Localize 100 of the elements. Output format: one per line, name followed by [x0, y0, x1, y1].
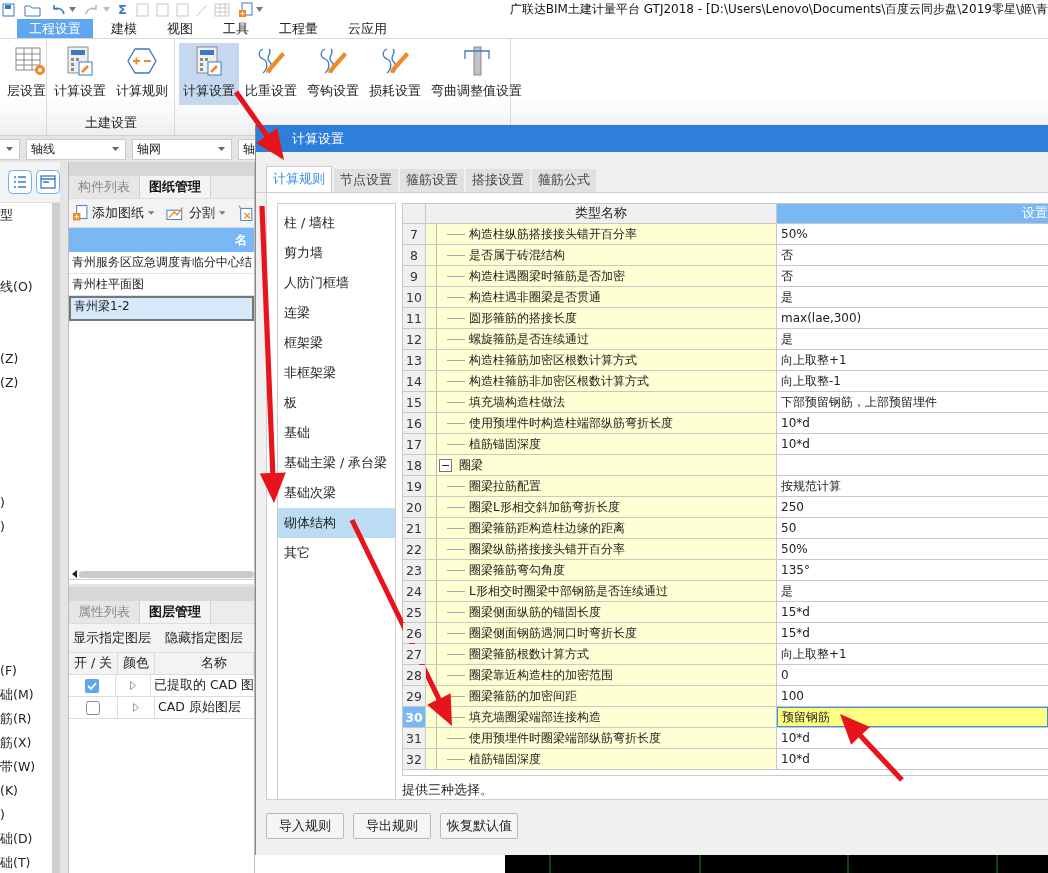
tree-connector	[447, 548, 465, 550]
window-title: 广联达BIM土建计量平台 GTJ2018 - [D:\Users\Lenovo\Documents\百度云同步盘\2019零星\姬\青	[509, 1, 1048, 18]
list-view-icon[interactable]	[8, 170, 32, 194]
setting-name: 构造柱箍筋加密区根数计算方式	[469, 351, 637, 369]
scrollbar[interactable]	[79, 570, 254, 578]
category-item[interactable]: 连梁	[278, 298, 395, 328]
tree-connector	[447, 317, 465, 319]
setting-name: 填充墙圈梁端部连接构造	[469, 708, 601, 726]
dialog-title: 计算设置	[292, 129, 344, 148]
tree-item[interactable]: (Z)	[0, 351, 19, 366]
dialog-tab[interactable]: 搭接设置	[466, 169, 530, 192]
panel-tab[interactable]: 图层管理	[140, 601, 211, 623]
expand-arrow-icon[interactable]	[129, 681, 136, 690]
collapse-toggle[interactable]	[439, 458, 452, 472]
drawing-row[interactable]: 青州服务区应急调度青临分中心结	[69, 252, 254, 274]
tree-connector	[447, 296, 465, 298]
dialog-tab[interactable]: 箍筋公式	[532, 169, 596, 192]
scroll-left-icon[interactable]	[72, 570, 77, 578]
tree-item[interactable]: 筋(X)	[0, 735, 32, 750]
tree-item[interactable]: )	[0, 519, 5, 534]
tree-connector	[447, 380, 465, 382]
add-page-icon[interactable]	[238, 1, 253, 18]
menu-tab[interactable]: 云应用	[336, 19, 399, 38]
redo-icon[interactable]	[84, 2, 100, 17]
tree-connector	[447, 611, 465, 613]
save-icon[interactable]	[2, 2, 16, 17]
setting-value[interactable]: 预留钢筋	[777, 707, 1048, 727]
ribbon-button[interactable]: 弯钩设置	[303, 43, 363, 105]
caret-icon[interactable]	[255, 7, 263, 12]
row-number: 29	[403, 686, 426, 706]
ribbon-button[interactable]: 损耗设置	[365, 43, 425, 105]
folder-icon[interactable]	[24, 2, 42, 17]
tree-item[interactable]: 型	[0, 207, 13, 222]
tree-item[interactable]: 线(O)	[0, 279, 33, 294]
tree-item[interactable]: )	[0, 807, 5, 822]
window-icon[interactable]	[36, 170, 60, 194]
menu-tab[interactable]: 工程量	[267, 19, 330, 38]
layer-action[interactable]: 隐藏指定图层	[165, 629, 243, 647]
tree-item[interactable]: 础(D)	[0, 831, 33, 846]
menu-tab[interactable]: 工具	[211, 19, 261, 38]
annotation-arrow	[840, 714, 904, 782]
tree-item[interactable]: )	[0, 495, 5, 510]
category-item[interactable]: 基础次梁	[278, 478, 395, 508]
tree-connector	[447, 485, 465, 487]
toolbar-item[interactable]: 分割	[188, 204, 215, 222]
category-item[interactable]: 人防门框墙	[278, 268, 395, 298]
tree-item[interactable]: 础(T)	[0, 855, 31, 870]
menu-tab[interactable]: 视图	[155, 19, 205, 38]
category-item[interactable]: 基础主梁 / 承台梁	[278, 448, 395, 478]
tree-item[interactable]: (K)	[0, 783, 18, 798]
ribbon-button[interactable]: 层设置	[7, 43, 46, 105]
caret-icon[interactable]	[69, 7, 76, 12]
drawing-row[interactable]: 青州梁1-2	[69, 296, 254, 321]
caret-icon[interactable]	[103, 7, 110, 12]
dialog-button[interactable]: 导入规则	[266, 813, 344, 839]
category-item[interactable]: 剪力墙	[278, 238, 395, 268]
checkbox[interactable]	[86, 700, 100, 715]
ribbon-button[interactable]: 弯曲调整值设置	[427, 43, 526, 105]
dialog-tab[interactable]: 节点设置	[334, 169, 398, 192]
tree-item[interactable]: 筋(R)	[0, 711, 32, 726]
split-icon[interactable]	[166, 205, 185, 221]
row-number: 20	[403, 497, 426, 517]
tree-item[interactable]: (F)	[0, 663, 17, 678]
tree-item[interactable]: 带(W)	[0, 759, 36, 774]
scrollbar[interactable]	[52, 203, 60, 873]
row-number: 26	[403, 623, 426, 643]
dialog-button[interactable]: 导出规则	[353, 813, 431, 839]
tree-item[interactable]: (Z)	[0, 375, 19, 390]
sum-button[interactable]: Σ	[118, 2, 127, 17]
caret-icon[interactable]	[218, 211, 226, 215]
toolbar-item[interactable]: 添加图纸	[91, 204, 144, 222]
dropdown[interactable]	[0, 138, 20, 160]
category-item[interactable]: 框架梁	[278, 328, 395, 358]
menu-tab[interactable]: 建模	[99, 19, 149, 38]
checkbox[interactable]	[84, 678, 99, 693]
layer-action[interactable]: 显示指定图层	[73, 629, 151, 647]
dialog-tab[interactable]: 计算规则	[266, 166, 332, 192]
extract-icon[interactable]	[237, 204, 254, 222]
category-item[interactable]: 砌体结构	[278, 508, 395, 538]
dropdown[interactable]: 轴线	[26, 138, 126, 160]
caret-icon[interactable]	[147, 211, 155, 215]
expand-arrow-icon[interactable]	[133, 703, 139, 712]
category-item[interactable]: 板	[278, 388, 395, 418]
dialog-tab[interactable]: 箍筋设置	[400, 169, 464, 192]
category-item[interactable]: 柱 / 墙柱	[278, 208, 395, 238]
undo-icon[interactable]	[50, 2, 66, 17]
dropdown[interactable]: 轴网	[132, 138, 232, 160]
add-drawing-icon[interactable]	[73, 204, 88, 222]
ribbon-button[interactable]: 计算设置	[179, 43, 239, 105]
tree-connector	[447, 590, 465, 592]
ribbon-button[interactable]: 比重设置	[241, 43, 301, 105]
category-item[interactable]: 非框架梁	[278, 358, 395, 388]
ribbon-button[interactable]: 计算规则	[111, 43, 172, 105]
category-item[interactable]: 基础	[278, 418, 395, 448]
tree-item[interactable]: 础(M)	[0, 687, 34, 702]
panel-tab[interactable]: 图纸管理	[140, 176, 211, 198]
category-item[interactable]: 其它	[278, 538, 395, 568]
dialog-button[interactable]: 恢复默认值	[440, 813, 518, 839]
ribbon-button[interactable]: 计算设置	[49, 43, 110, 105]
column-header: 名	[235, 231, 247, 249]
